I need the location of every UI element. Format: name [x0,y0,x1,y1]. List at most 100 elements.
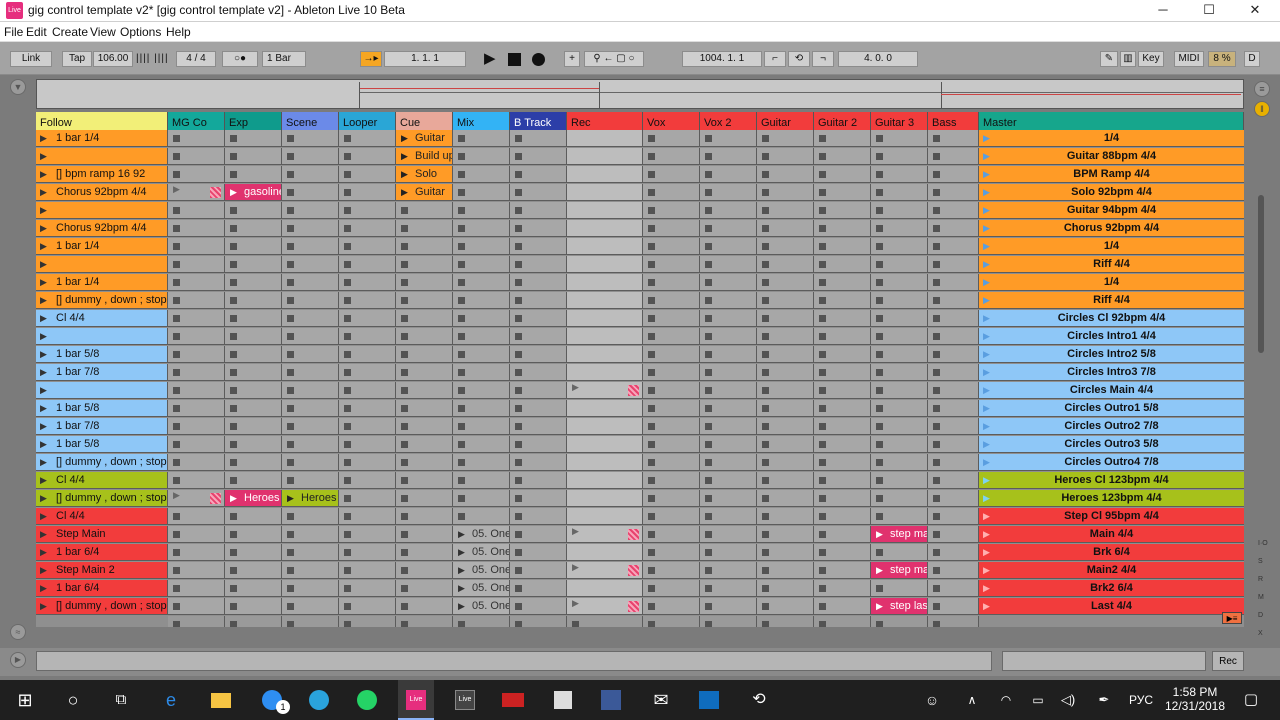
empty-clip-slot[interactable] [339,562,396,579]
stop-icon[interactable] [508,53,521,66]
empty-clip-slot[interactable] [643,364,700,381]
scene-launch-icon[interactable]: ▶ [40,580,47,596]
scene-launch-icon[interactable]: ▶ [983,238,990,254]
empty-clip-slot[interactable] [757,418,814,435]
empty-clip-slot[interactable] [643,382,700,399]
clip-stop-icon[interactable] [648,207,655,214]
scene-launch-icon[interactable]: ▶ [40,382,47,398]
empty-clip-slot[interactable] [510,436,567,453]
empty-clip-slot[interactable] [396,490,453,507]
clip-play-icon[interactable]: ▶ [401,148,408,164]
empty-clip-slot[interactable] [700,364,757,381]
clip-stop-icon[interactable] [344,495,351,502]
clip-stop-icon[interactable] [933,207,940,214]
clip-stop-icon[interactable] [515,261,522,268]
empty-clip-slot[interactable] [643,490,700,507]
clip-stop-icon[interactable] [401,495,408,502]
scene-launch-row[interactable]: ▶ Chorus 92bpm 4/4 [36,220,168,237]
empty-clip-slot[interactable] [453,238,510,255]
empty-clip-slot[interactable] [282,400,339,417]
clip-stop-icon[interactable] [933,585,940,592]
clip-stop-icon[interactable] [648,189,655,196]
empty-clip-slot[interactable] [814,364,871,381]
clip-stop-icon[interactable] [515,207,522,214]
clip-stop-icon[interactable] [458,495,465,502]
empty-clip-slot[interactable] [510,472,567,489]
empty-clip-slot[interactable] [567,292,643,309]
clip-stop-icon[interactable] [648,405,655,412]
empty-clip-slot[interactable] [814,436,871,453]
empty-clip-slot[interactable] [757,166,814,183]
empty-clip-slot[interactable] [700,184,757,201]
clip-stop-icon[interactable] [401,315,408,322]
empty-clip-slot[interactable] [567,454,643,471]
empty-clip-slot[interactable] [871,130,928,147]
facebook-icon[interactable] [594,680,628,720]
scene-launch-icon[interactable]: ▶ [983,400,990,416]
empty-clip-slot[interactable] [757,508,814,525]
empty-clip-slot[interactable] [396,346,453,363]
empty-clip-slot[interactable] [510,220,567,237]
empty-clip-slot[interactable] [928,382,979,399]
clip-stop-icon[interactable] [515,459,522,466]
master-scene-slot[interactable]: ▶ Heroes Cl 123bpm 4/4 [979,472,1244,489]
scene-launch-icon[interactable]: ▶ [983,184,990,200]
master-scene-slot[interactable]: ▶ Circles Intro3 7/8 [979,364,1244,381]
clip-stop-icon[interactable] [933,459,940,466]
clip-stop-icon[interactable] [458,315,465,322]
clip-stop-icon[interactable] [648,549,655,556]
clip-stop-icon[interactable] [933,441,940,448]
clip-stop-icon[interactable] [876,171,883,178]
clip-stop-icon[interactable] [933,351,940,358]
empty-clip-slot[interactable] [510,382,567,399]
track-stop-slot[interactable] [396,616,453,627]
clip-stop-icon[interactable] [819,135,826,142]
empty-clip-slot[interactable] [510,310,567,327]
empty-clip-slot[interactable] [510,274,567,291]
empty-clip-slot[interactable] [814,220,871,237]
track-stop-icon[interactable] [819,621,826,627]
empty-clip-slot[interactable] [814,418,871,435]
clip-stop-icon[interactable] [458,207,465,214]
clip-stop-icon[interactable] [515,495,522,502]
scene-launch-row[interactable]: ▶ [] dummy , down ; stop [36,598,168,615]
clip-stop-icon[interactable] [173,531,180,538]
clip-stop-icon[interactable] [819,171,826,178]
clip-stop-icon[interactable] [933,567,940,574]
empty-clip-slot[interactable] [871,148,928,165]
empty-clip-slot[interactable] [567,202,643,219]
clip-stop-icon[interactable] [173,585,180,592]
empty-clip-slot[interactable] [700,220,757,237]
empty-clip-slot[interactable] [757,382,814,399]
edge-icon[interactable]: e [154,680,188,720]
clip-slot[interactable]: ▶ 05. One [453,598,510,615]
clip-stop-icon[interactable] [230,315,237,322]
empty-clip-slot[interactable] [225,166,282,183]
scene-launch-icon[interactable]: ▶ [983,526,990,542]
master-scene-slot[interactable]: ▶ Main2 4/4 [979,562,1244,579]
empty-clip-slot[interactable] [567,328,643,345]
menu-options[interactable]: Options [120,25,161,39]
empty-clip-slot[interactable] [510,364,567,381]
empty-clip-slot[interactable] [510,526,567,543]
tray-chevron-icon[interactable]: ∧ [962,680,982,720]
clip-stop-icon[interactable] [933,225,940,232]
clip-slot[interactable]: ▶ Guitar [396,130,453,147]
clip-stop-icon[interactable] [648,603,655,610]
clip-stop-icon[interactable] [762,549,769,556]
clip-stop-icon[interactable] [458,171,465,178]
clip-slot[interactable]: ▶ step main [871,562,928,579]
empty-clip-slot[interactable] [510,580,567,597]
empty-clip-slot[interactable] [225,580,282,597]
clip-play-icon[interactable]: ▶ [401,130,408,146]
empty-clip-slot[interactable] [928,400,979,417]
empty-clip-slot[interactable]: ▶ [567,562,643,579]
clip-stop-icon[interactable] [648,585,655,592]
empty-clip-slot[interactable] [396,400,453,417]
empty-clip-slot[interactable] [510,148,567,165]
clip-slot[interactable]: ▶ Guitar [396,184,453,201]
clip-stop-icon[interactable] [230,351,237,358]
clip-stop-icon[interactable] [344,171,351,178]
track-stop-icon[interactable] [572,621,579,627]
clip-stop-icon[interactable] [876,405,883,412]
